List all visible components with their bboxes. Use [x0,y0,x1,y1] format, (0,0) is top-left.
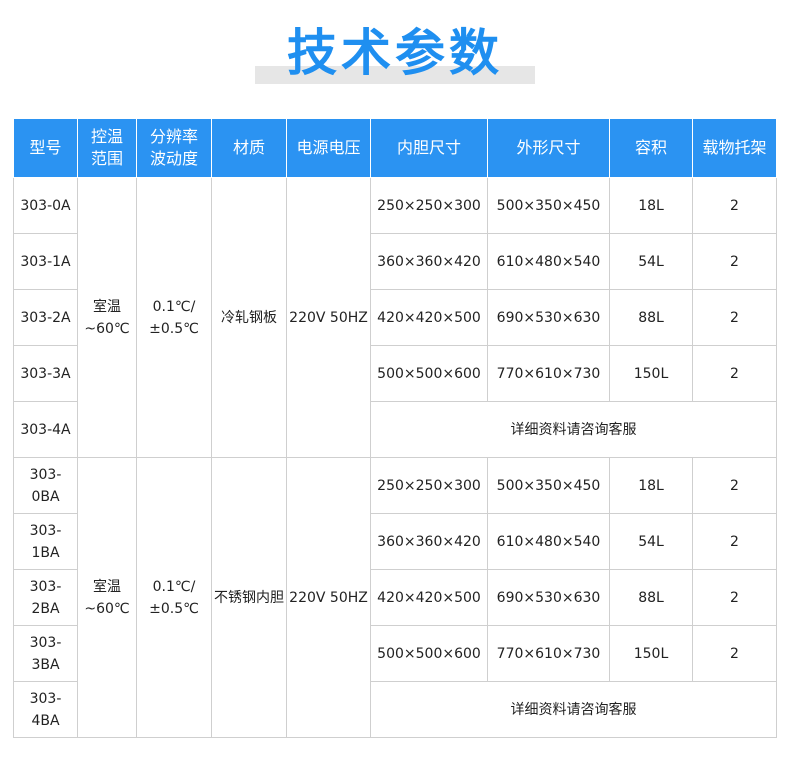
cell-outer-size: 770×610×730 [487,625,610,682]
cell-inner-size: 360×360×420 [370,233,488,290]
cell-volume: 150L [609,345,693,402]
cell-volume: 88L [609,289,693,346]
table-row: 303-0A 室温 ~60℃ 0.1℃/ ±0.5℃ 冷轧钢板 220V 50H… [13,177,777,458]
cell-voltage: 220V 50HZ [286,457,371,738]
cell-volume: 54L [609,513,693,570]
cell-outer-size: 690×530×630 [487,289,610,346]
cell-shelves: 2 [692,569,777,626]
cell-shelves: 2 [692,625,777,682]
cell-material: 冷轧钢板 [211,177,287,458]
cell-model: 303-2BA [13,569,78,626]
cell-model: 303-1A [13,233,78,290]
header-outer-size: 外形尺寸 [487,118,610,178]
cell-inner-size: 500×500×600 [370,345,488,402]
cell-inner-size: 500×500×600 [370,625,488,682]
table-row: 303-0BA 室温 ~60℃ 0.1℃/ ±0.5℃ 不锈钢内胆 220V 5… [13,457,777,738]
cell-control-range: 室温 ~60℃ [77,177,137,458]
cell-shelves: 2 [692,177,777,234]
cell-model: 303-3BA [13,625,78,682]
header-voltage: 电源电压 [286,118,371,178]
cell-volume: 18L [609,177,693,234]
header-resolution: 分辨率波动度 [136,118,212,178]
contact-note: 详细资料请咨询客服 [370,401,777,458]
cell-outer-size: 610×480×540 [487,513,610,570]
cell-inner-size: 420×420×500 [370,569,488,626]
header-resolution-text: 分辨率波动度 [149,127,198,168]
header-shelves: 载物托架 [692,118,777,178]
cell-resolution: 0.1℃/ ±0.5℃ [136,457,212,738]
cell-volume: 150L [609,625,693,682]
cell-voltage: 220V 50HZ [286,177,371,458]
header-model: 型号 [13,118,78,178]
header-row: 型号 控温范围 分辨率波动度 材质 电源电压 内胆尺寸 外形尺寸 容积 载物托架 [13,118,777,178]
cell-shelves: 2 [692,233,777,290]
cell-outer-size: 500×350×450 [487,177,610,234]
cell-inner-size: 250×250×300 [370,457,488,514]
cell-model: 303-3A [13,345,78,402]
cell-outer-size: 770×610×730 [487,345,610,402]
cell-shelves: 2 [692,457,777,514]
contact-note: 详细资料请咨询客服 [370,681,777,738]
header-control-range: 控温范围 [77,118,137,178]
cell-model: 303-4A [13,401,78,458]
cell-outer-size: 500×350×450 [487,457,610,514]
cell-control-range: 室温 ~60℃ [77,457,137,738]
page-title: 技术参数 [287,24,503,82]
cell-model: 303-1BA [13,513,78,570]
cell-inner-size: 360×360×420 [370,513,488,570]
cell-model: 303-0A [13,177,78,234]
cell-shelves: 2 [692,289,777,346]
spec-table: 型号 控温范围 分辨率波动度 材质 电源电压 内胆尺寸 外形尺寸 容积 载物托架… [13,118,777,738]
cell-inner-size: 250×250×300 [370,177,488,234]
page-header: 技术参数 [0,0,790,118]
cell-volume: 18L [609,457,693,514]
cell-volume: 54L [609,233,693,290]
header-material: 材质 [211,118,287,178]
cell-shelves: 2 [692,345,777,402]
header-inner-size: 内胆尺寸 [370,118,488,178]
cell-model: 303-2A [13,289,78,346]
cell-inner-size: 420×420×500 [370,289,488,346]
cell-outer-size: 610×480×540 [487,233,610,290]
cell-resolution: 0.1℃/ ±0.5℃ [136,177,212,458]
cell-shelves: 2 [692,513,777,570]
cell-material: 不锈钢内胆 [211,457,287,738]
cell-model: 303-4BA [13,681,78,738]
cell-outer-size: 690×530×630 [487,569,610,626]
header-control-range-text: 控温范围 [90,127,123,168]
cell-model: 303-0BA [13,457,78,514]
header-volume: 容积 [609,118,693,178]
cell-volume: 88L [609,569,693,626]
